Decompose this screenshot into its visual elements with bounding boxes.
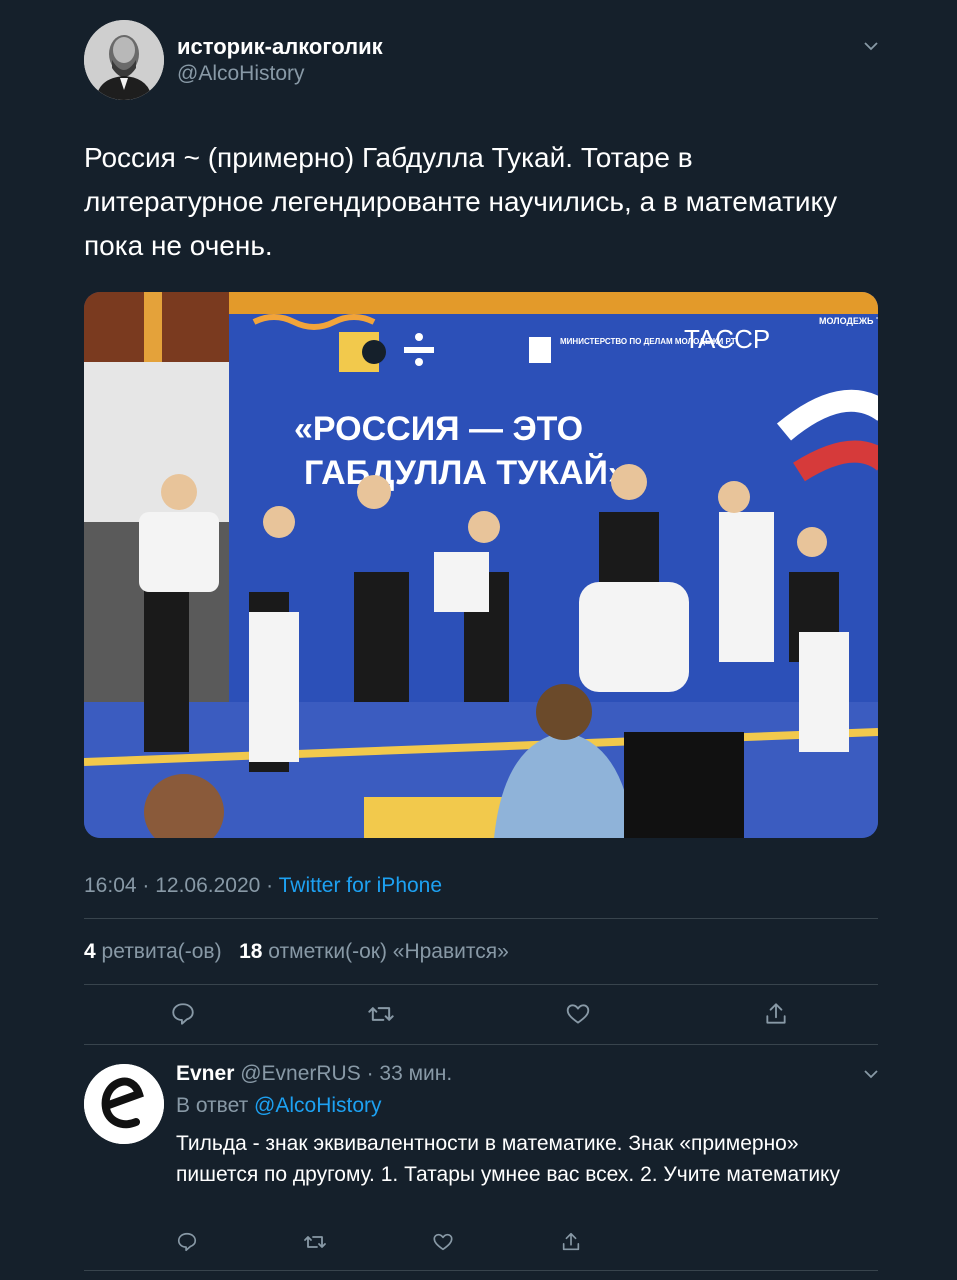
tweet-timestamp: 16:04 · 12.06.2020 · Twitter for iPhone [84,874,442,898]
reply-author-name[interactable]: Evner [176,1062,234,1085]
likes-label: отметки(-ок) «Нравится» [268,940,509,963]
tweet-time: 16:04 · 12.06.2020 · [84,874,274,897]
tweet-stats: 4 ретвита(-ов) 18 отметки(-ок) «Нравится… [84,940,509,964]
replying-to-prefix: В ответ [176,1094,249,1117]
retweet-button[interactable] [367,1000,395,1028]
share-button[interactable] [762,1000,790,1028]
divider [84,1044,878,1045]
reply-icon [172,1003,194,1025]
like-button[interactable] [564,1000,592,1028]
divider [84,1270,878,1271]
retweets-label: ретвита(-ов) [101,940,222,963]
like-icon [433,1233,453,1251]
share-icon [766,1003,786,1024]
sponsor-text-2: TACCP [684,324,770,354]
reply-button[interactable] [169,1000,197,1028]
chevron-down-icon[interactable] [863,1066,879,1082]
reply-retweet-button[interactable] [301,1228,329,1256]
author-avatar[interactable] [84,20,164,100]
likes-stat[interactable]: 18 отметки(-ок) «Нравится» [239,940,509,963]
reply-share-button[interactable] [557,1228,585,1256]
banner-title-line1: «РОССИЯ — ЭТО [294,410,583,448]
retweets-count: 4 [84,940,96,963]
replying-to: В ответ @AlcoHistory [176,1094,382,1118]
chevron-down-icon[interactable] [863,38,879,54]
reply-reply-button[interactable] [173,1228,201,1256]
tweet-detail-page: историк-алкоголик @AlcoHistory Россия ~ … [0,0,957,1280]
retweet-icon [368,1007,394,1021]
reply-text: Тильда - знак эквивалентности в математи… [176,1132,840,1186]
likes-count: 18 [239,940,263,963]
author-handle[interactable]: @AlcoHistory [177,62,305,86]
reply-time: · 33 мин. [366,1062,453,1085]
reply-header: Evner @EvnerRUS · 33 мин. [176,1062,452,1086]
tweet-text: Россия ~ (примерно) Габдулла Тукай. Тота… [84,142,838,261]
tweet-source-link[interactable]: Twitter for iPhone [279,874,442,897]
banner-title-line2: ГАБДУЛЛА ТУКАЙ» [304,453,627,492]
retweets-stat[interactable]: 4 ретвита(-ов) [84,940,227,963]
sponsor-text-3: МОЛОДЕЖЬ ТАТАРСТАНА [819,316,878,326]
share-icon [562,1232,580,1251]
reply-author-avatar[interactable] [84,1064,164,1144]
reply-icon [177,1232,197,1252]
retweet-icon [304,1236,326,1248]
reply-author-handle[interactable]: @EvnerRUS [240,1062,361,1085]
tweet-media-image[interactable]: МИНИСТЕРСТВО ПО ДЕЛАМ МОЛОДЕЖИ РТ TACCP … [84,292,878,838]
reply-like-button[interactable] [429,1228,457,1256]
divider [84,984,878,985]
like-icon [566,1004,590,1024]
replying-to-handle[interactable]: @AlcoHistory [254,1094,382,1117]
divider [84,918,878,919]
author-display-name[interactable]: историк-алкоголик [177,34,383,60]
